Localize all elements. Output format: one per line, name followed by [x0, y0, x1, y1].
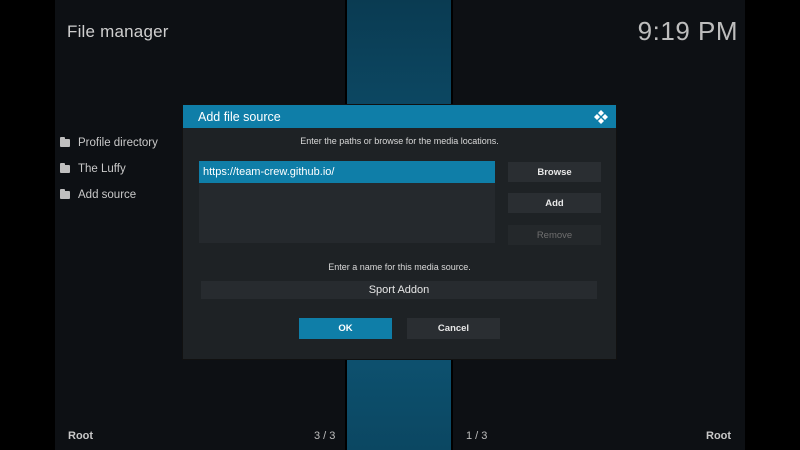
add-file-source-dialog: Add file source Enter the paths or brows… — [183, 105, 616, 359]
kodi-logo-icon — [594, 110, 608, 124]
folder-icon — [60, 189, 70, 199]
clock: 9:19 PM — [637, 16, 738, 46]
window-title: File manager — [67, 22, 169, 41]
source-item-add-source[interactable]: Add source — [60, 182, 158, 208]
source-item-label: The Luffy — [78, 163, 126, 175]
source-item-the-luffy[interactable]: The Luffy — [60, 156, 158, 182]
left-item-count: 3 / 3 — [314, 430, 336, 442]
paths-hint: Enter the paths or browse for the media … — [300, 136, 499, 146]
name-hint: Enter a name for this media source. — [328, 262, 471, 272]
source-name-field[interactable]: Sport Addon — [201, 281, 597, 299]
add-button[interactable]: Add — [508, 193, 601, 213]
remove-button[interactable]: Remove — [508, 225, 601, 245]
folder-icon — [60, 163, 70, 173]
source-item-profile-directory[interactable]: Profile directory — [60, 130, 158, 156]
source-item-label: Profile directory — [78, 137, 158, 149]
folder-icon — [60, 137, 70, 147]
dialog-header: Add file source — [183, 105, 616, 128]
right-path-root: Root — [706, 430, 732, 442]
dialog-title: Add file source — [198, 109, 281, 124]
ok-button[interactable]: OK — [299, 318, 392, 339]
browse-button[interactable]: Browse — [508, 162, 601, 182]
source-list: Profile directory The Luffy Add source — [60, 130, 158, 208]
paths-list[interactable]: https://team-crew.github.io/ — [199, 161, 495, 243]
left-path-root: Root — [68, 430, 94, 442]
right-item-count: 1 / 3 — [466, 430, 488, 442]
cancel-button[interactable]: Cancel — [407, 318, 500, 339]
source-item-label: Add source — [78, 189, 137, 201]
path-item-selected[interactable]: https://team-crew.github.io/ — [199, 161, 495, 183]
